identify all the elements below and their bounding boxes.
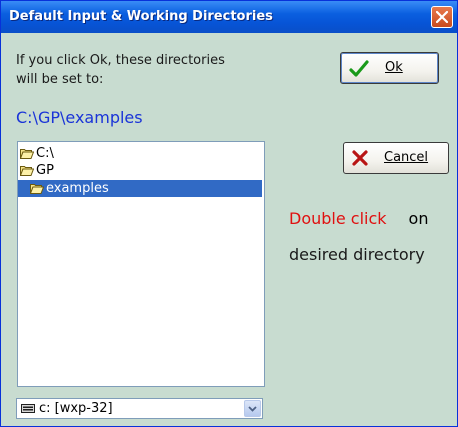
cancel-button[interactable]: Cancel [343, 142, 449, 174]
intro-line-1: If you click Ok, these directories [16, 53, 225, 68]
drive-select-dropdown-button[interactable] [244, 400, 261, 417]
cancel-button-label: Cancel [384, 150, 429, 165]
ok-button[interactable]: Ok [340, 52, 439, 84]
folder-open-icon [20, 166, 34, 176]
drive-select-value: c: [wxp-32] [39, 401, 113, 416]
drive-select[interactable]: c: [wxp-32] [16, 398, 263, 419]
directory-item-label: GP [36, 163, 54, 178]
hint-line-2: desired directory [289, 245, 425, 264]
selected-path: C:\GP\examples [16, 108, 143, 127]
checkmark-icon [349, 60, 369, 77]
intro-line-2: will be set to: [16, 72, 104, 87]
window-title: Default Input & Working Directories [9, 9, 273, 24]
cross-icon [352, 150, 368, 166]
directory-item-label: examples [46, 181, 109, 196]
intro-text: If you click Ok, these directories will … [16, 51, 266, 89]
drive-icon [21, 404, 35, 413]
directory-item-examples[interactable]: examples [18, 180, 262, 197]
hint-line-1: Double click on [289, 209, 428, 228]
hint-double-click: Double click [289, 209, 387, 228]
folder-open-icon [20, 149, 34, 159]
close-icon [436, 11, 448, 23]
close-button[interactable] [431, 6, 453, 28]
ok-button-label: Ok [385, 60, 403, 75]
hint-on: on [408, 209, 429, 228]
directory-item-label: C:\ [36, 146, 54, 161]
folder-open-icon [30, 184, 44, 194]
title-bar[interactable]: Default Input & Working Directories [1, 1, 457, 33]
dialog-window: Default Input & Working Directories If y… [0, 0, 458, 427]
chevron-down-icon [248, 406, 257, 412]
directory-list[interactable]: C:\ GP examples [17, 141, 265, 387]
